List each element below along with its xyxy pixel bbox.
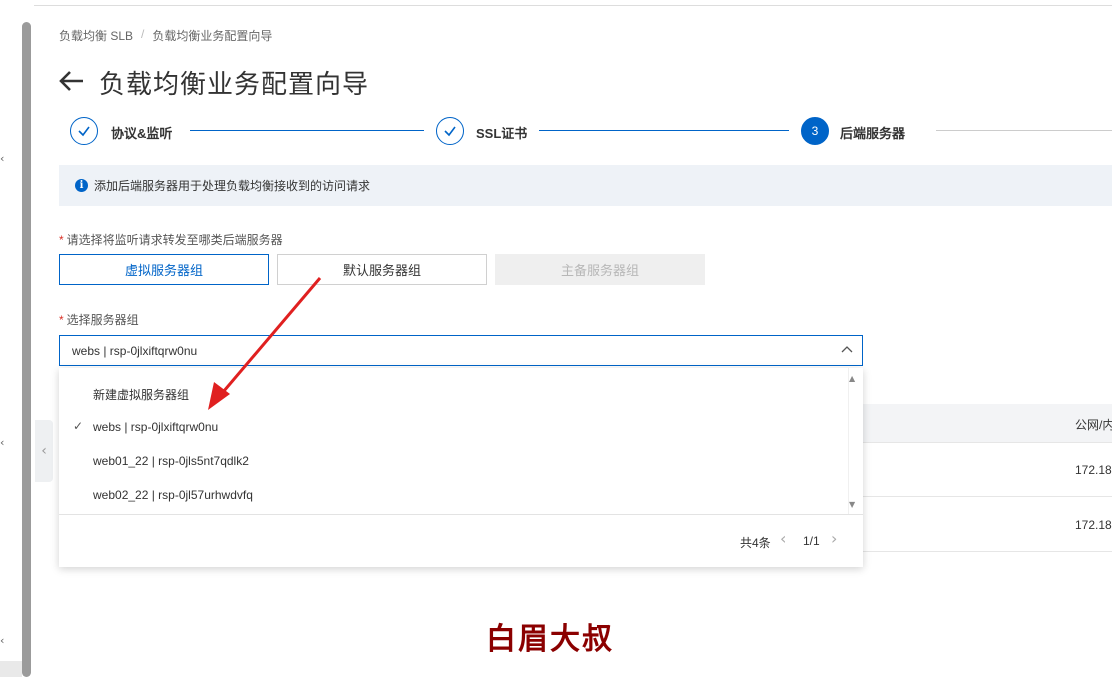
server-group-select-value: webs | rsp-0jlxiftqrw0nu — [72, 343, 198, 358]
server-group-dropdown: 新建虚拟服务器组 ✓ webs | rsp-0jlxiftqrw0nu web0… — [59, 368, 863, 567]
server-type-label-text: 请选择将监听请求转发至哪类后端服务器 — [66, 233, 283, 247]
scroll-down-icon[interactable]: ▼ — [849, 500, 855, 509]
step-connector-2 — [539, 130, 789, 131]
watermark: 白眉大叔 — [486, 622, 614, 657]
dropdown-option-list: 新建虚拟服务器组 ✓ webs | rsp-0jlxiftqrw0nu web0… — [59, 368, 849, 514]
page-title: 负载均衡业务配置向导 — [99, 69, 370, 99]
table-cell-ip: 172.18. — [1075, 463, 1112, 477]
server-group-label: * 选择服务器组 — [59, 311, 139, 328]
info-banner: i 添加后端服务器用于处理负载均衡接收到的访问请求 — [59, 165, 1112, 206]
master-slave-server-group-button: 主备服务器组 — [495, 254, 705, 285]
dropdown-pagination: 共4条 ‹ 1/1 › — [59, 515, 863, 567]
chevron-up-icon[interactable]: ‹ — [0, 436, 4, 449]
option-web02-22[interactable]: web02_22 | rsp-0jl57urhwdvfq — [93, 488, 253, 502]
server-group-select[interactable]: webs | rsp-0jlxiftqrw0nu — [59, 335, 863, 366]
info-icon: i — [75, 179, 88, 192]
breadcrumb: 负载均衡 SLB / 负载均衡业务配置向导 — [59, 27, 272, 44]
required-mark: * — [59, 233, 64, 247]
check-icon — [78, 126, 90, 137]
collapse-sidebar-handle[interactable]: ‹ — [35, 420, 53, 482]
step-2-label: SSL证书 — [476, 126, 528, 141]
option-webs[interactable]: webs | rsp-0jlxiftqrw0nu — [93, 420, 218, 434]
breadcrumb-item-wizard: 负载均衡业务配置向导 — [152, 29, 273, 43]
table-row-divider — [863, 496, 1112, 497]
step-1-label: 协议&监听 — [111, 126, 173, 141]
table-row-divider — [863, 442, 1112, 443]
arrow-left-icon[interactable] — [58, 66, 88, 96]
step-3-label: 后端服务器 — [840, 126, 906, 141]
chevron-up-icon[interactable]: ‹ — [0, 634, 4, 647]
breadcrumb-separator: / — [141, 27, 145, 41]
step-connector-1 — [190, 130, 424, 131]
chevron-right-icon[interactable]: › — [831, 529, 837, 548]
left-rail: ‹ ‹ ‹ — [0, 0, 22, 677]
chevron-left-icon: ‹ — [41, 443, 47, 459]
option-web01-22[interactable]: web01_22 | rsp-0jls5nt7qdlk2 — [93, 454, 249, 468]
table-row-divider — [863, 551, 1112, 552]
chevron-left-icon[interactable]: ‹ — [780, 529, 786, 548]
dropdown-scrollbar[interactable] — [848, 368, 849, 514]
step-connector-3 — [936, 130, 1112, 131]
chevron-up-icon[interactable]: ‹ — [0, 152, 4, 165]
info-text: 添加后端服务器用于处理负载均衡接收到的访问请求 — [94, 179, 371, 193]
annotation-arrow-icon — [208, 277, 322, 410]
header-divider — [34, 5, 1112, 6]
scroll-up-icon[interactable]: ▲ — [849, 374, 855, 383]
server-type-label: * 请选择将监听请求转发至哪类后端服务器 — [59, 231, 283, 248]
check-icon: ✓ — [73, 419, 84, 433]
required-mark: * — [59, 313, 64, 327]
server-group-label-text: 选择服务器组 — [66, 313, 139, 327]
table-header-public-ip: 公网/内 — [1075, 418, 1112, 432]
table-cell-ip: 172.18. — [1075, 518, 1112, 532]
option-create-virtual-group[interactable]: 新建虚拟服务器组 — [93, 386, 189, 403]
rail-bottom — [0, 661, 22, 677]
pagination-page: 1/1 — [803, 534, 820, 548]
chevron-up-icon — [841, 346, 853, 353]
page-scrollbar[interactable] — [22, 22, 31, 677]
step-3-number: 3 — [801, 117, 829, 145]
check-icon — [444, 126, 456, 137]
step-2-done-icon — [436, 117, 464, 145]
pagination-total: 共4条 — [740, 536, 771, 550]
breadcrumb-item-slb[interactable]: 负载均衡 SLB — [59, 27, 133, 44]
step-1-done-icon — [70, 117, 98, 145]
